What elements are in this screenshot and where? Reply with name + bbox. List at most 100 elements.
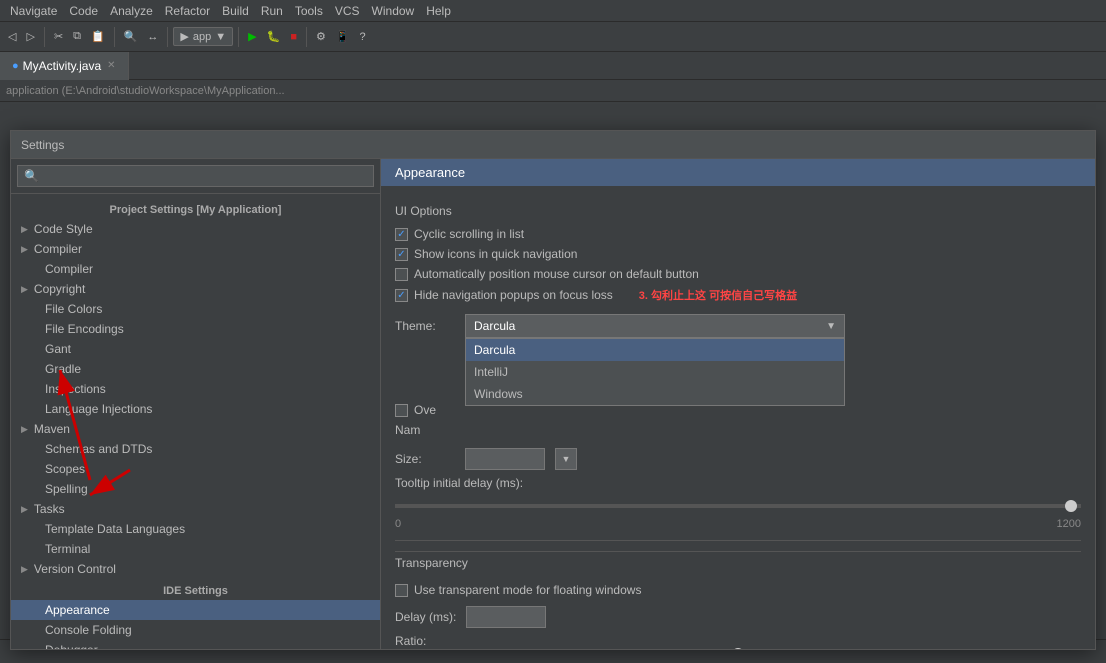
- toolbar-forward[interactable]: ▷: [22, 28, 38, 45]
- menu-run[interactable]: Run: [255, 2, 289, 20]
- theme-option-darcula[interactable]: Darcula: [466, 339, 844, 361]
- auto-pos-checkbox[interactable]: [395, 268, 408, 281]
- cyclic-scroll-label[interactable]: Cyclic scrolling in list: [414, 227, 524, 241]
- transparent-label[interactable]: Use transparent mode for floating window…: [414, 583, 641, 597]
- settings-title: Settings: [21, 138, 64, 152]
- show-icons-label[interactable]: Show icons in quick navigation: [414, 247, 577, 261]
- tree-appearance[interactable]: Appearance: [11, 600, 380, 620]
- menu-code[interactable]: Code: [63, 2, 104, 20]
- tree-console-folding[interactable]: Console Folding: [11, 620, 380, 640]
- settings-tree: Project Settings [My Application] ▶ Code…: [11, 194, 380, 649]
- menu-help[interactable]: Help: [420, 2, 457, 20]
- tree-spelling[interactable]: Spelling: [11, 479, 380, 499]
- option-auto-pos: Automatically position mouse cursor on d…: [395, 264, 1081, 284]
- tree-file-colors[interactable]: File Colors: [11, 299, 380, 319]
- theme-option-windows[interactable]: Windows: [466, 383, 844, 405]
- delay-input[interactable]: 1500: [466, 606, 546, 628]
- tree-template-data[interactable]: Template Data Languages: [11, 519, 380, 539]
- tree-language-injections[interactable]: Language Injections: [11, 399, 380, 419]
- menu-analyze[interactable]: Analyze: [104, 2, 159, 20]
- stop-btn[interactable]: ■: [286, 29, 301, 45]
- tree-label: Copyright: [34, 282, 85, 296]
- menu-vcs[interactable]: VCS: [329, 2, 366, 20]
- toolbar-paste[interactable]: 📋: [87, 28, 109, 45]
- theme-dropdown-container: Darcula ▼ Darcula IntelliJ Windows: [465, 314, 845, 338]
- tab-myactivity[interactable]: ● MyActivity.java ✕: [0, 52, 129, 80]
- tree-inspections[interactable]: Inspections: [11, 379, 380, 399]
- tooltip-min: 0: [395, 518, 401, 530]
- tree-tasks[interactable]: ▶ Tasks: [11, 499, 380, 519]
- tree-compiler2[interactable]: Compiler: [11, 259, 380, 279]
- tree-label: Schemas and DTDs: [31, 442, 152, 456]
- tab-label: MyActivity.java: [23, 59, 101, 73]
- ratio-slider-container: Ratio: 0% 50% 100%: [395, 634, 1081, 649]
- show-icons-checkbox[interactable]: [395, 248, 408, 261]
- size-input[interactable]: 12: [465, 448, 545, 470]
- avd-btn[interactable]: 📱: [332, 28, 354, 45]
- override-checkbox[interactable]: [395, 404, 408, 417]
- theme-section: Theme: Darcula ▼ Darcula IntelliJ Window…: [395, 314, 1081, 440]
- size-dropdown[interactable]: ▼: [555, 448, 1081, 470]
- menu-navigate[interactable]: Navigate: [4, 2, 63, 20]
- tooltip-slider-track[interactable]: [395, 496, 1081, 516]
- transparent-checkbox[interactable]: [395, 584, 408, 597]
- annotation-text: 3. 勾利止上这 可按信自己写格益: [639, 287, 797, 303]
- tree-scopes[interactable]: Scopes: [11, 459, 380, 479]
- toolbar-copy[interactable]: ⧉: [69, 28, 85, 45]
- appearance-header: Appearance: [381, 159, 1095, 186]
- tree-label: Terminal: [31, 542, 90, 556]
- toolbar-back[interactable]: ◁: [4, 28, 20, 45]
- menu-build[interactable]: Build: [216, 2, 255, 20]
- name-label: Nam: [395, 423, 420, 437]
- theme-dropdown-btn[interactable]: Darcula ▼: [465, 314, 845, 338]
- tree-gradle[interactable]: Gradle: [11, 359, 380, 379]
- tabs-bar: ● MyActivity.java ✕: [0, 52, 1106, 80]
- settings-search[interactable]: [17, 165, 374, 187]
- menu-refactor[interactable]: Refactor: [159, 2, 216, 20]
- tab-icon: ●: [12, 60, 19, 72]
- tree-file-encodings[interactable]: File Encodings: [11, 319, 380, 339]
- help-btn[interactable]: ?: [356, 29, 370, 45]
- tab-close[interactable]: ✕: [107, 60, 115, 71]
- debug-btn[interactable]: 🐛: [263, 28, 285, 45]
- arrow-icon: ▶: [21, 504, 28, 515]
- delay-label: Delay (ms):: [395, 610, 456, 624]
- tree-label: Template Data Languages: [31, 522, 185, 536]
- arrow-icon: ▶: [21, 244, 28, 255]
- override-label[interactable]: Ove: [414, 403, 436, 417]
- menu-window[interactable]: Window: [366, 2, 421, 20]
- tree-gant[interactable]: Gant: [11, 339, 380, 359]
- app-selector[interactable]: ▶ app ▼: [173, 27, 233, 46]
- app-selector-icon: ▶: [180, 30, 188, 43]
- ratio-thumb: [732, 648, 744, 649]
- toolbar-replace[interactable]: ↔: [143, 29, 162, 45]
- toolbar-cut[interactable]: ✂: [50, 28, 67, 45]
- tree-label: Inspections: [31, 382, 106, 396]
- tree-copyright[interactable]: ▶ Copyright: [11, 279, 380, 299]
- sdk-btn[interactable]: ⚙: [312, 28, 330, 45]
- cyclic-scroll-checkbox[interactable]: [395, 228, 408, 241]
- breadcrumb: application (E:\Android\studioWorkspace\…: [0, 80, 1106, 102]
- tree-schemas[interactable]: Schemas and DTDs: [11, 439, 380, 459]
- ratio-label: Ratio:: [395, 634, 426, 648]
- run-btn[interactable]: ▶: [244, 28, 260, 45]
- app-selector-arrow: ▼: [215, 31, 226, 43]
- menu-tools[interactable]: Tools: [289, 2, 329, 20]
- tree-terminal[interactable]: Terminal: [11, 539, 380, 559]
- dropdown-arrow-icon: ▼: [826, 321, 836, 332]
- tree-compiler1[interactable]: ▶ Compiler: [11, 239, 380, 259]
- size-arrow-btn[interactable]: ▼: [555, 448, 577, 470]
- size-row: Size: 12 ▼: [395, 448, 1081, 470]
- tree-maven[interactable]: ▶ Maven: [11, 419, 380, 439]
- hide-popups-label[interactable]: Hide navigation popups on focus loss: [414, 288, 613, 302]
- delay-row: Delay (ms): 1500: [395, 606, 1081, 628]
- auto-pos-label[interactable]: Automatically position mouse cursor on d…: [414, 267, 699, 281]
- tree-version-control[interactable]: ▶ Version Control: [11, 559, 380, 579]
- tree-debugger[interactable]: Debugger: [11, 640, 380, 649]
- arrow-icon: ▶: [21, 224, 28, 235]
- tree-code-style[interactable]: ▶ Code Style: [11, 219, 380, 239]
- toolbar-find[interactable]: 🔍: [120, 28, 142, 45]
- hide-popups-checkbox[interactable]: [395, 289, 408, 302]
- theme-option-intellij[interactable]: IntelliJ: [466, 361, 844, 383]
- slider-thumb-icon: [1065, 500, 1077, 512]
